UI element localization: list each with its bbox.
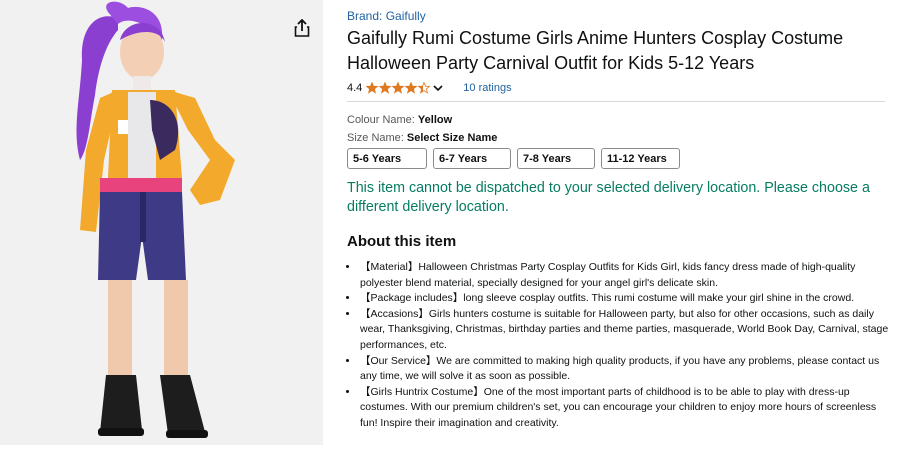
size-option-5-6[interactable]: 5-6 Years (347, 148, 427, 169)
size-option-11-12[interactable]: 11-12 Years (601, 148, 680, 169)
delivery-warning: This item cannot be dispatched to your s… (347, 180, 870, 215)
rating-dropdown[interactable] (433, 84, 443, 92)
size-value: Select Size Name (406, 132, 498, 144)
size-option-6-7[interactable]: 6-7 Years (433, 148, 511, 169)
size-option-7-8[interactable]: 7-8 Years (517, 148, 595, 169)
size-label: Size Name: (347, 132, 407, 144)
colour-label: Colour Name: (347, 114, 418, 126)
size-name-row: Size Name: Select Size Name (347, 132, 892, 144)
size-options: 5-6 Years 6-7 Years 7-8 Years 11-12 Year… (347, 148, 892, 169)
rating-row: 4.4 10 ratings (347, 80, 892, 96)
list-item: 【Material】Halloween Christmas Party Cosp… (359, 260, 894, 291)
list-item: 【Accasions】Girls hunters costume is suit… (359, 307, 894, 354)
product-details: Brand: Gaifully Gaifully Rumi Costume Gi… (347, 8, 892, 432)
product-image-panel[interactable] (0, 0, 323, 445)
list-item: 【Our Service】We are committed to making … (359, 354, 894, 385)
share-icon (294, 19, 310, 37)
list-item: 【Package includes】long sleeve cosplay ou… (359, 291, 894, 307)
divider (347, 101, 885, 102)
ratings-count-link[interactable]: 10 ratings (463, 82, 511, 94)
chevron-down-icon (433, 84, 443, 91)
star-rating[interactable] (366, 82, 431, 94)
stars-icon (366, 82, 431, 94)
about-heading: About this item (347, 233, 457, 250)
brand-link[interactable]: Brand: Gaifully (347, 9, 892, 23)
colour-name-row: Colour Name: Yellow (347, 114, 892, 126)
product-image (76, 1, 235, 438)
share-button[interactable] (289, 14, 315, 42)
feature-bullets: 【Material】Halloween Christmas Party Cosp… (347, 260, 894, 432)
list-item: 【Girls Huntrix Costume】One of the most i… (359, 385, 894, 432)
colour-value: Yellow (417, 114, 453, 126)
product-title: Gaifully Rumi Costume Girls Anime Hunter… (347, 28, 844, 73)
rating-value: 4.4 (347, 82, 363, 94)
